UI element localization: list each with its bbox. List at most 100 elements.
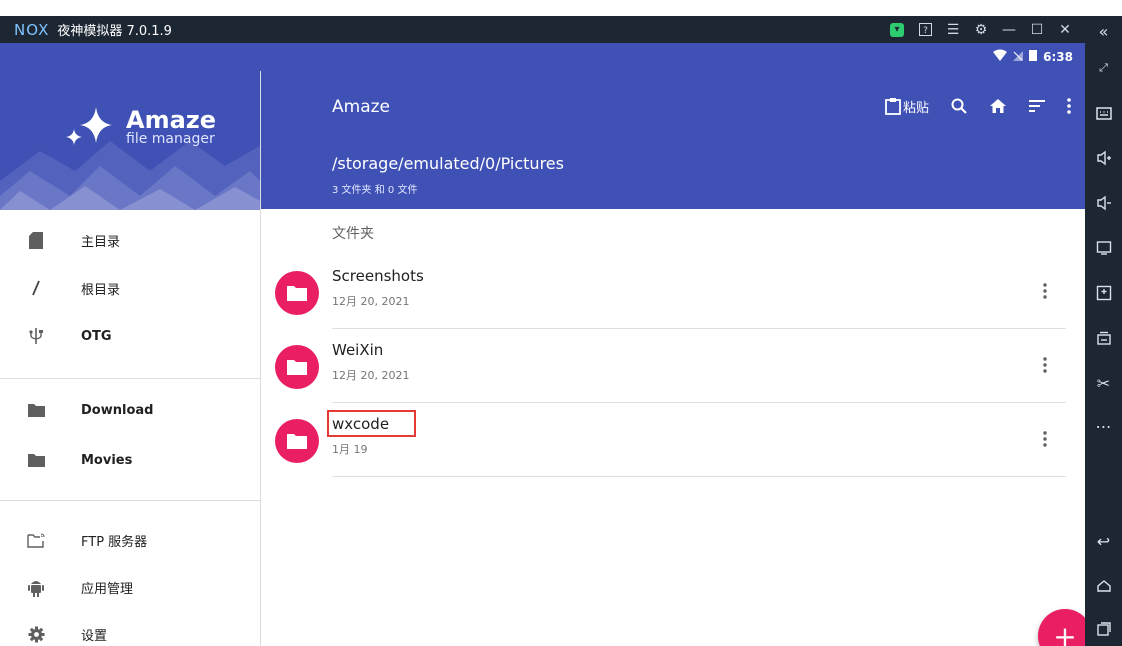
drawer-item-label: 设置 xyxy=(81,628,108,644)
android-icon xyxy=(26,577,46,597)
store-icon[interactable]: ▾ xyxy=(883,16,911,43)
folder-name: Screenshots xyxy=(332,267,424,285)
more-vert-icon xyxy=(1067,98,1071,114)
main-content: Amaze 粘贴 /storage/emulated/0/Pictures 3 … xyxy=(261,71,1085,646)
row-divider xyxy=(332,476,1066,477)
drawer-header: Amaze file manager xyxy=(0,71,260,210)
battery-icon xyxy=(1029,49,1038,64)
drawer-item-download[interactable]: Download xyxy=(0,388,260,432)
drawer-item-label: Download xyxy=(81,402,154,418)
current-path: /storage/emulated/0/Pictures xyxy=(332,154,564,173)
usb-icon xyxy=(26,326,46,346)
app-subtitle: file manager xyxy=(126,131,215,147)
folder-summary: 3 文件夹 和 0 文件 xyxy=(332,185,418,196)
maximize-icon[interactable]: ☐ xyxy=(1023,16,1051,43)
row-divider xyxy=(332,328,1066,329)
folder-icon xyxy=(275,345,319,389)
keyboard-icon[interactable] xyxy=(1085,98,1122,128)
volume-up-icon[interactable] xyxy=(1085,143,1122,173)
app-bar-title: Amaze xyxy=(332,97,390,117)
emulator-window-controls: ▾ ? ☰ ⚙ — ☐ ✕ xyxy=(883,16,1079,43)
help-icon[interactable]: ? xyxy=(911,16,939,43)
drawer-item-movies[interactable]: Movies xyxy=(0,438,260,482)
settings-icon[interactable]: ⚙ xyxy=(967,16,995,43)
screen-icon[interactable] xyxy=(1085,233,1122,263)
drawer-item-otg[interactable]: OTG xyxy=(0,314,260,358)
navigation-drawer: Amaze file manager 主目录 根目录 OTG Download … xyxy=(0,71,261,646)
svg-text:?: ? xyxy=(923,26,928,36)
status-indicators: 6:38 xyxy=(993,49,1073,64)
ftp-folder-icon xyxy=(26,530,46,550)
scissors-icon[interactable]: ✂ xyxy=(1085,368,1122,398)
drawer-item-root-directory[interactable]: 根目录 xyxy=(0,266,260,310)
folder-icon xyxy=(275,419,319,463)
drawer-item-label: 应用管理 xyxy=(81,581,134,597)
sd-card-icon xyxy=(26,230,46,250)
drawer-item-ftp-server[interactable]: FTP 服务器 xyxy=(0,518,260,562)
app-brand: Amaze file manager xyxy=(60,103,216,151)
more-vert-icon[interactable] xyxy=(1035,279,1055,303)
emulator-title: 夜神模拟器 7.0.1.9 xyxy=(57,24,172,39)
folder-row-weixin[interactable]: WeiXin 12月 20, 2021 xyxy=(261,331,1085,404)
no-signal-icon xyxy=(1013,49,1024,64)
multi-instance-icon[interactable] xyxy=(1085,323,1122,353)
drawer-item-label: FTP 服务器 xyxy=(81,534,148,550)
slash-icon xyxy=(26,278,46,298)
more-vert-icon[interactable] xyxy=(1035,353,1055,377)
status-time: 6:38 xyxy=(1043,49,1073,64)
emulator-sidebar: « ⤢ ✂ ⋯ ↩ xyxy=(1085,16,1122,646)
emulator-titlebar: NOX 夜神模拟器 7.0.1.9 ▾ ? ☰ ⚙ — ☐ ✕ xyxy=(0,16,1085,43)
folder-row-wxcode[interactable]: wxcode 1月 19 xyxy=(261,405,1085,478)
folder-icon xyxy=(275,271,319,315)
drawer-item-label: 主目录 xyxy=(81,234,121,250)
recent-apps-icon[interactable] xyxy=(1085,614,1122,644)
sort-button[interactable] xyxy=(1029,93,1045,119)
folder-icon xyxy=(26,400,46,420)
drawer-item-home-directory[interactable]: 主目录 xyxy=(0,218,260,262)
search-icon xyxy=(951,98,967,114)
wifi-icon xyxy=(993,49,1008,64)
folder-name: WeiXin xyxy=(332,341,384,359)
android-screen: 6:38 Amaze file manager 主目录 根目录 OTG Down… xyxy=(0,43,1085,646)
status-bar: 6:38 xyxy=(0,43,1085,71)
close-icon[interactable]: ✕ xyxy=(1051,16,1079,43)
volume-down-icon[interactable] xyxy=(1085,188,1122,218)
app-name: Amaze xyxy=(126,106,217,134)
drawer-item-settings[interactable]: 设置 xyxy=(0,612,260,646)
drawer-item-label: 根目录 xyxy=(81,282,121,298)
nox-logo: NOX xyxy=(14,20,50,39)
home-icon xyxy=(990,99,1006,113)
folder-row-screenshots[interactable]: Screenshots 12月 20, 2021 xyxy=(261,257,1085,330)
section-header-folders: 文件夹 xyxy=(332,226,374,242)
app-bar: Amaze 粘贴 /storage/emulated/0/Pictures 3 … xyxy=(261,71,1085,209)
home-icon[interactable] xyxy=(1085,571,1122,601)
folder-date: 12月 20, 2021 xyxy=(332,295,410,308)
drawer-divider xyxy=(0,378,260,379)
app-bar-actions: 粘贴 xyxy=(871,93,1071,119)
row-divider xyxy=(332,402,1066,403)
minimize-icon[interactable]: — xyxy=(995,16,1023,43)
search-button[interactable] xyxy=(951,93,967,119)
back-icon[interactable]: ↩ xyxy=(1085,526,1122,556)
clipboard-icon xyxy=(885,98,901,115)
paste-label: 粘贴 xyxy=(902,100,929,116)
home-button[interactable] xyxy=(989,93,1007,119)
gear-icon xyxy=(26,624,46,644)
drawer-item-label: OTG xyxy=(81,328,112,344)
drawer-item-app-manager[interactable]: 应用管理 xyxy=(0,565,260,609)
add-fab-button[interactable]: + xyxy=(1038,609,1085,646)
folder-date: 1月 19 xyxy=(332,443,368,456)
more-vert-icon[interactable] xyxy=(1035,427,1055,451)
menu-icon[interactable]: ☰ xyxy=(939,16,967,43)
paste-button[interactable]: 粘贴 xyxy=(885,93,929,119)
folder-icon xyxy=(26,450,46,470)
folder-date: 12月 20, 2021 xyxy=(332,369,410,382)
sort-icon xyxy=(1029,100,1045,112)
collapse-sidebar-icon[interactable]: « xyxy=(1085,16,1122,46)
apk-install-icon[interactable] xyxy=(1085,278,1122,308)
folder-name: wxcode xyxy=(332,415,390,433)
more-tools-icon[interactable]: ⋯ xyxy=(1085,411,1122,441)
overflow-menu-button[interactable] xyxy=(1067,93,1071,119)
top-border xyxy=(0,0,1122,2)
fullscreen-icon[interactable]: ⤢ xyxy=(1085,53,1122,83)
